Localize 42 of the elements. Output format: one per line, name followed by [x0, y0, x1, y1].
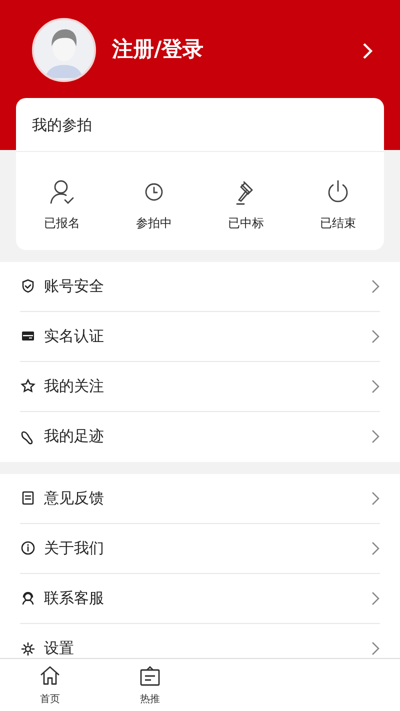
chevron-right-icon — [371, 490, 380, 506]
star-icon — [20, 378, 36, 394]
info-icon — [20, 540, 36, 556]
auction-status-link[interactable]: 已结束 — [320, 214, 356, 232]
menu-item[interactable]: 账号安全 — [20, 262, 380, 312]
menu-label: 设置 — [44, 638, 75, 658]
chevron-right-icon[interactable] — [362, 42, 374, 60]
chevron-right-icon — [371, 278, 380, 294]
menu-item[interactable]: 实名认证 — [20, 312, 380, 362]
login-link[interactable]: 注册/登录 — [112, 34, 346, 66]
shield-check-icon — [20, 278, 36, 294]
menu-label: 联系客服 — [44, 588, 105, 609]
home-icon — [38, 664, 62, 688]
person-check-icon — [48, 178, 76, 206]
chevron-right-icon — [371, 429, 380, 444]
chevron-right-icon — [371, 328, 380, 344]
menu-label: 我的足迹 — [44, 426, 105, 448]
tab-bar-item[interactable]: 热推 — [100, 659, 200, 711]
auction-status-link[interactable]: 已报名 — [44, 214, 80, 232]
menu-item[interactable]: 意见反馈 — [20, 474, 380, 524]
menu-item[interactable]: 关于我们 — [20, 524, 380, 574]
card-title: 我的参拍 — [16, 98, 384, 152]
signboard-icon — [138, 664, 162, 688]
chevron-right-icon — [371, 641, 380, 656]
chevron-right-icon — [371, 378, 380, 394]
menu-item[interactable]: 设置 — [20, 624, 380, 658]
menu-label: 实名认证 — [44, 326, 105, 347]
menu-label: 账号安全 — [44, 276, 105, 297]
chevron-right-icon — [371, 540, 380, 556]
headset-icon — [20, 590, 36, 606]
menu-item[interactable]: 我的足迹 — [20, 412, 380, 462]
settings-icon — [20, 640, 36, 656]
menu-label: 意见反馈 — [44, 488, 105, 509]
menu-label: 我的关注 — [44, 376, 105, 397]
auction-status-link[interactable]: 参拍中 — [136, 214, 172, 232]
tab-bar-item[interactable]: 首页 — [0, 659, 100, 711]
document-icon — [20, 490, 36, 506]
menu-item[interactable]: 我的关注 — [20, 362, 380, 412]
menu-label: 关于我们 — [44, 538, 105, 559]
chevron-right-icon — [371, 590, 380, 606]
menu-item[interactable]: 联系客服 — [20, 574, 380, 624]
auction-status-link[interactable]: 已中标 — [228, 214, 264, 232]
